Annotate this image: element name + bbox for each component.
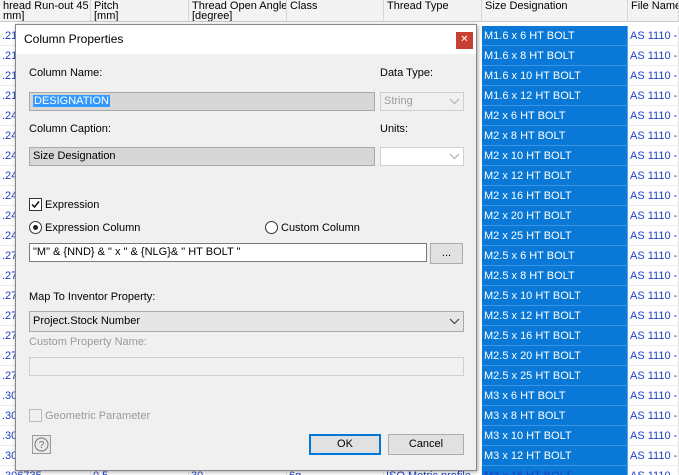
help-icon: ? xyxy=(34,437,49,452)
radio-selected-dot xyxy=(33,225,38,230)
cell-file-name[interactable]: AS 1110 - xyxy=(628,186,679,206)
cell-size-designation[interactable]: M2 x 6 HT BOLT xyxy=(482,106,628,126)
cell-file-name[interactable]: AS 1110 - xyxy=(628,246,679,266)
data-type-value: String xyxy=(384,95,413,107)
cell-size-designation[interactable]: M3 x 16 HT BOLT xyxy=(482,466,628,475)
cancel-button[interactable]: Cancel xyxy=(388,434,464,455)
cell-file-name[interactable]: AS 1110 - xyxy=(628,346,679,366)
cell-file-name[interactable]: AS 1110 - xyxy=(628,206,679,226)
custom-property-name-input[interactable] xyxy=(29,357,464,376)
cell-size-designation[interactable]: M1.6 x 12 HT BOLT xyxy=(482,86,628,106)
chevron-down-icon xyxy=(449,318,460,325)
cell-file-name[interactable]: AS 1110 - xyxy=(628,26,679,46)
data-type-dropdown[interactable]: String xyxy=(380,92,464,111)
expression-column-radio[interactable] xyxy=(29,221,42,234)
cell-size-designation[interactable]: M1.6 x 6 HT BOLT xyxy=(482,26,628,46)
cell-size-designation[interactable]: M2 x 8 HT BOLT xyxy=(482,126,628,146)
cell-size-designation[interactable]: M2.5 x 16 HT BOLT xyxy=(482,326,628,346)
cell-file-name[interactable]: AS 1110 - xyxy=(628,406,679,426)
column-header-class[interactable]: Class xyxy=(287,0,384,22)
column-header-thread-runout[interactable]: hread Run-out 45 mm] xyxy=(0,0,91,22)
map-inventor-property-label: Map To Inventor Property: xyxy=(29,291,156,303)
cell-file-name[interactable]: AS 1110 - xyxy=(628,426,679,446)
cell-size-designation[interactable]: M2 x 10 HT BOLT xyxy=(482,146,628,166)
inventor-property-value: Project.Stock Number xyxy=(33,315,140,327)
column-header-file-name[interactable]: File Name xyxy=(628,0,679,22)
column-properties-dialog: Column Properties ✕ Column Name: Data Ty… xyxy=(15,24,477,471)
custom-property-name-label: Custom Property Name: xyxy=(29,336,147,348)
cell-file-name[interactable]: AS 1110 - xyxy=(628,86,679,106)
cell-size-designation[interactable]: M3 x 6 HT BOLT xyxy=(482,386,628,406)
cell-size-designation[interactable]: M2.5 x 20 HT BOLT xyxy=(482,346,628,366)
column-name-label: Column Name: xyxy=(29,67,103,79)
geometric-parameter-checkbox[interactable] xyxy=(29,409,42,422)
column-header-pitch[interactable]: Pitch [mm] xyxy=(91,0,189,22)
units-dropdown[interactable] xyxy=(380,147,464,166)
cell-size-designation[interactable]: M2.5 x 8 HT BOLT xyxy=(482,266,628,286)
cell-file-name[interactable]: AS 1110 - xyxy=(628,126,679,146)
column-name-field[interactable]: DESIGNATION xyxy=(29,92,375,111)
dialog-titlebar[interactable]: Column Properties ✕ xyxy=(16,25,476,54)
cell-size-designation[interactable]: M2.5 x 12 HT BOLT xyxy=(482,306,628,326)
cell-file-name[interactable]: AS 1110 - xyxy=(628,266,679,286)
cell-file-name[interactable]: AS 1110 - xyxy=(628,226,679,246)
help-button[interactable]: ? xyxy=(32,435,51,454)
column-header-size-designation[interactable]: Size Designation xyxy=(482,0,628,22)
expression-column-label: Expression Column xyxy=(45,222,141,234)
checkmark-icon xyxy=(31,201,40,209)
cell-file-name[interactable]: AS 1110 - xyxy=(628,386,679,406)
cell-file-name[interactable]: AS 1110 - xyxy=(628,366,679,386)
ok-button[interactable]: OK xyxy=(309,434,381,455)
cell-size-designation[interactable]: M2 x 16 HT BOLT xyxy=(482,186,628,206)
chevron-down-icon xyxy=(449,153,460,160)
cell-size-designation[interactable]: M1.6 x 8 HT BOLT xyxy=(482,46,628,66)
cell-size-designation[interactable]: M3 x 12 HT BOLT xyxy=(482,446,628,466)
custom-column-label: Custom Column xyxy=(281,222,360,234)
cell-size-designation[interactable]: M2 x 25 HT BOLT xyxy=(482,226,628,246)
expression-input[interactable]: "M" & {NND} & " x " & {NLG}& " HT BOLT " xyxy=(29,243,427,262)
column-header-thread-open-angle[interactable]: Thread Open Angle [degree] xyxy=(189,0,287,22)
browse-button[interactable]: ... xyxy=(430,243,463,264)
cell-file-name[interactable]: AS 1110 - xyxy=(628,306,679,326)
cell-file-name[interactable]: AS 1110 - xyxy=(628,286,679,306)
data-type-label: Data Type: xyxy=(380,67,433,79)
cell-size-designation[interactable]: M2.5 x 6 HT BOLT xyxy=(482,246,628,266)
cell-size-designation[interactable]: M1.6 x 10 HT BOLT xyxy=(482,66,628,86)
cell-file-name[interactable]: AS 1110 - xyxy=(628,466,679,475)
cell-file-name[interactable]: AS 1110 - xyxy=(628,166,679,186)
inventor-property-dropdown[interactable]: Project.Stock Number xyxy=(29,311,464,332)
cell-size-designation[interactable]: M2.5 x 10 HT BOLT xyxy=(482,286,628,306)
column-header-thread-type[interactable]: Thread Type xyxy=(384,0,482,22)
cell-size-designation[interactable]: M3 x 8 HT BOLT xyxy=(482,406,628,426)
dialog-title: Column Properties xyxy=(24,32,124,46)
cell-file-name[interactable]: AS 1110 - xyxy=(628,66,679,86)
cell-file-name[interactable]: AS 1110 - xyxy=(628,446,679,466)
expression-label: Expression xyxy=(45,199,100,211)
custom-column-radio[interactable] xyxy=(265,221,278,234)
cell-file-name[interactable]: AS 1110 - xyxy=(628,106,679,126)
column-name-value: DESIGNATION xyxy=(33,95,110,107)
column-caption-field[interactable]: Size Designation xyxy=(29,147,375,166)
cell-size-designation[interactable]: M2 x 20 HT BOLT xyxy=(482,206,628,226)
cell-size-designation[interactable]: M3 x 10 HT BOLT xyxy=(482,426,628,446)
expression-checkbox[interactable] xyxy=(29,198,42,211)
cell-size-designation[interactable]: M2 x 12 HT BOLT xyxy=(482,166,628,186)
geometric-parameter-label: Geometric Parameter xyxy=(45,410,151,422)
cell-size-designation[interactable]: M2.5 x 25 HT BOLT xyxy=(482,366,628,386)
svg-text:?: ? xyxy=(39,440,45,451)
cell-file-name[interactable]: AS 1110 - xyxy=(628,326,679,346)
chevron-down-icon xyxy=(449,98,460,105)
column-caption-label: Column Caption: xyxy=(29,123,111,135)
close-icon[interactable]: ✕ xyxy=(456,32,473,49)
units-label: Units: xyxy=(380,123,409,135)
cell-file-name[interactable]: AS 1110 - xyxy=(628,46,679,66)
cell-file-name[interactable]: AS 1110 - xyxy=(628,146,679,166)
